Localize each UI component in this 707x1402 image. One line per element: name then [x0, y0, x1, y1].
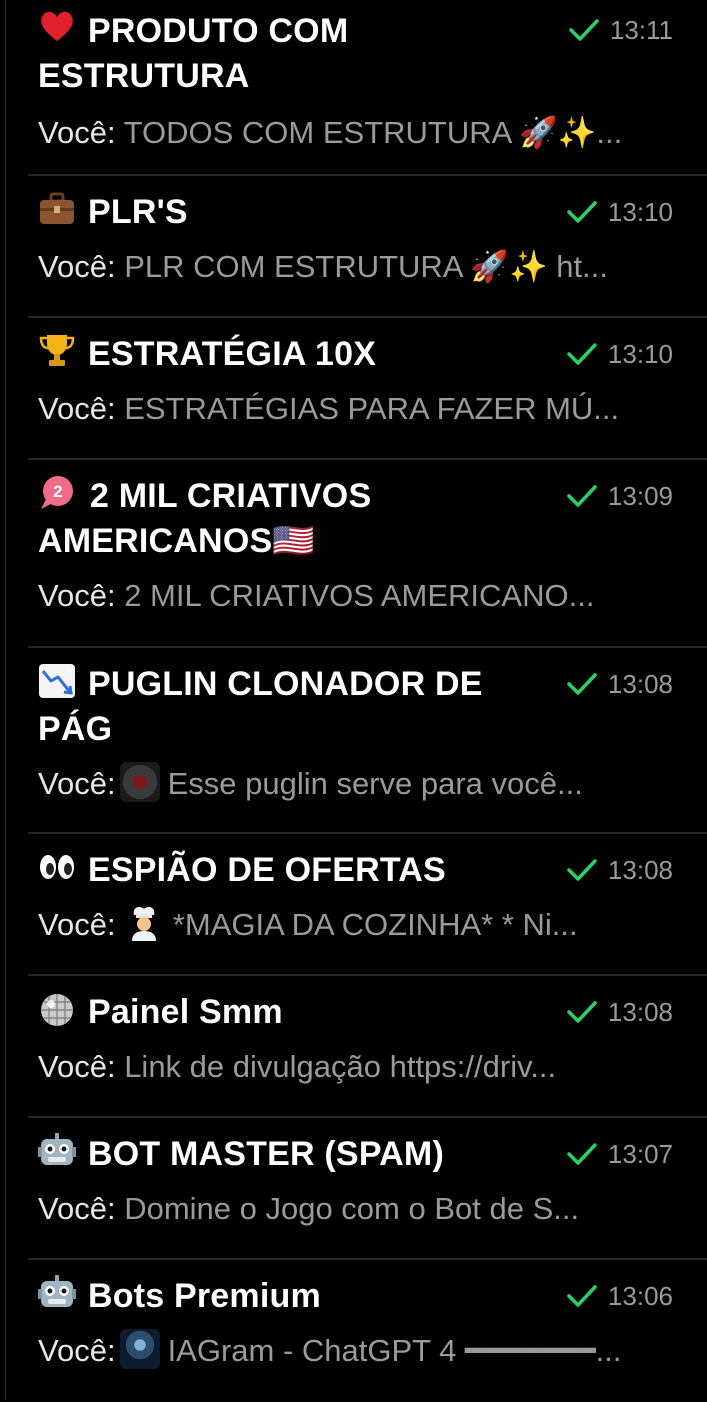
chat-header: BOT MASTER (SPAM) 13:07	[38, 1132, 673, 1177]
chat-preview: Você: Esse puglin serve para você...	[38, 762, 673, 806]
chat-header: PRODUTO COM ESTRUTURA 13:11	[38, 8, 673, 99]
chat-meta: 13:11	[568, 10, 673, 50]
chat-title: ESTRATÉGIA 10X	[38, 332, 533, 377]
check-icon	[567, 1143, 597, 1165]
chat-header: PLR'S 13:10	[38, 190, 673, 235]
chef-icon	[132, 907, 157, 941]
chat-row[interactable]: Painel Smm 13:08 Você: Link de divulgaçã…	[0, 976, 707, 1118]
chat-row[interactable]: ESTRATÉGIA 10X 13:10 Você: ESTRATÉGIAS P…	[0, 318, 707, 460]
sender-label: Você:	[38, 1191, 116, 1226]
chat-preview: Você: 2 MIL CRIATIVOS AMERICANO...	[38, 574, 673, 618]
chat-time: 13:06	[607, 1281, 673, 1311]
chat-row[interactable]: BOT MASTER (SPAM) 13:07 Você: Domine o J…	[0, 1118, 707, 1260]
chat-title: PRODUTO COM ESTRUTURA	[38, 8, 533, 99]
check-icon	[567, 673, 597, 695]
robot-icon	[38, 1133, 76, 1165]
chat-meta: 13:08	[566, 850, 673, 890]
check-icon	[567, 859, 597, 881]
preview-text: *MAGIA DA COZINHA* * Ni...	[164, 907, 578, 942]
chat-row[interactable]: PRODUTO COM ESTRUTURA 13:11 Você: TODOS …	[0, 0, 707, 176]
preview-text: Link de divulgação https://driv...	[124, 1049, 557, 1084]
briefcase-icon	[40, 192, 74, 224]
chart-decreasing-icon	[39, 664, 75, 698]
check-icon	[569, 19, 599, 41]
sender-label: Você:	[38, 1049, 116, 1084]
preview-text: PLR COM ESTRUTURA 🚀✨ ht...	[124, 249, 608, 284]
chat-header: PUGLIN CLONADOR DE PÁG 13:08	[38, 662, 673, 752]
chat-meta: 13:10	[566, 192, 673, 232]
chat-title: Painel Smm	[38, 990, 533, 1035]
chat-header: ESPIÃO DE OFERTAS 13:08	[38, 848, 673, 893]
check-icon	[567, 1285, 597, 1307]
chat-preview: Você: Link de divulgação https://driv...	[38, 1045, 673, 1089]
check-icon	[567, 343, 597, 365]
chat-preview: Você: TODOS COM ESTRUTURA 🚀✨...	[38, 111, 673, 155]
preview-text: TODOS COM ESTRUTURA 🚀✨...	[123, 115, 623, 150]
chat-header: ESTRATÉGIA 10X 13:10	[38, 332, 673, 377]
chat-time: 13:08	[607, 997, 673, 1027]
heart-icon	[41, 11, 73, 41]
chat-title: 2 2 MIL CRIATIVOS AMERICANOS🇺🇸	[38, 476, 372, 560]
chat-time: 13:08	[607, 669, 673, 699]
disco-ball-icon	[41, 994, 73, 1026]
sender-label: Você:	[38, 1333, 116, 1368]
chat-meta: 13:10	[566, 334, 673, 374]
chat-preview: Você: *MAGIA DA COZINHA* * Ni...	[38, 903, 673, 947]
chat-time: 13:08	[607, 855, 673, 885]
preview-text: IAGram - ChatGPT 4 ━━━━━━━...	[167, 1333, 622, 1368]
chat-title: Bots Premium	[38, 1274, 533, 1319]
sender-label: Você:	[38, 578, 116, 613]
chat-title: BOT MASTER (SPAM)	[38, 1132, 533, 1177]
chat-header: Painel Smm 13:08	[38, 990, 673, 1035]
sender-label: Você:	[38, 907, 116, 942]
chat-row[interactable]: ESPIÃO DE OFERTAS 13:08 Você: *MAGIA DA …	[0, 834, 707, 976]
chat-time: 13:11	[609, 15, 673, 45]
chat-time: 13:09	[607, 481, 673, 511]
check-icon	[567, 485, 597, 507]
preview-text: ESTRATÉGIAS PARA FAZER MÚ...	[124, 391, 620, 426]
chat-header: Bots Premium 13:06	[38, 1274, 673, 1319]
trophy-icon	[39, 335, 75, 366]
chat-meta: 13:07	[566, 1134, 673, 1174]
preview-text: Esse puglin serve para você...	[167, 766, 583, 801]
preview-text: 2 MIL CRIATIVOS AMERICANO...	[124, 578, 595, 613]
chat-preview: Você: IAGram - ChatGPT 4 ━━━━━━━...	[38, 1329, 673, 1373]
chat-list: PRODUTO COM ESTRUTURA 13:11 Você: TODOS …	[0, 0, 707, 1402]
chat-preview: Você: ESTRATÉGIAS PARA FAZER MÚ...	[38, 387, 673, 431]
chat-time: 13:07	[607, 1139, 673, 1169]
svg-text:2: 2	[53, 482, 63, 501]
sender-label: Você:	[38, 766, 116, 801]
chat-header: 2 2 MIL CRIATIVOS AMERICANOS🇺🇸 13:09	[38, 474, 673, 564]
image-thumbnail	[119, 1329, 160, 1369]
chat-preview: Você: Domine o Jogo com o Bot de S...	[38, 1187, 673, 1231]
chat-meta: 13:08	[566, 992, 673, 1032]
check-icon	[567, 1001, 597, 1023]
image-thumbnail	[119, 762, 160, 802]
chat-row[interactable]: PLR'S 13:10 Você: PLR COM ESTRUTURA 🚀✨ h…	[0, 176, 707, 318]
robot-icon	[38, 1275, 76, 1307]
sender-label: Você:	[38, 391, 116, 426]
chat-time: 13:10	[607, 339, 673, 369]
chat-title: PLR'S	[38, 190, 533, 235]
sender-label: Você:	[38, 249, 116, 284]
speech-bubble-2-icon: 2	[41, 476, 73, 509]
check-icon	[567, 201, 597, 223]
chat-meta: 13:09	[566, 476, 673, 516]
sender-label: Você:	[38, 115, 116, 150]
chat-preview: Você: PLR COM ESTRUTURA 🚀✨ ht...	[38, 245, 673, 289]
chat-title: ESPIÃO DE OFERTAS	[38, 848, 533, 893]
chat-row[interactable]: PUGLIN CLONADOR DE PÁG 13:08 Você: Esse p…	[0, 648, 707, 834]
chat-row[interactable]: Bots Premium 13:06 Você: IAGram - ChatGPT…	[0, 1260, 707, 1402]
eyes-icon	[40, 855, 74, 879]
chat-meta: 13:08	[566, 664, 673, 704]
chat-time: 13:10	[607, 197, 673, 227]
preview-text: Domine o Jogo com o Bot de S...	[124, 1191, 580, 1226]
chat-row[interactable]: 2 2 MIL CRIATIVOS AMERICANOS🇺🇸 13:09 Voc…	[0, 460, 707, 648]
chat-title: PUGLIN CLONADOR DE PÁG	[38, 664, 483, 748]
chat-meta: 13:06	[566, 1276, 673, 1316]
